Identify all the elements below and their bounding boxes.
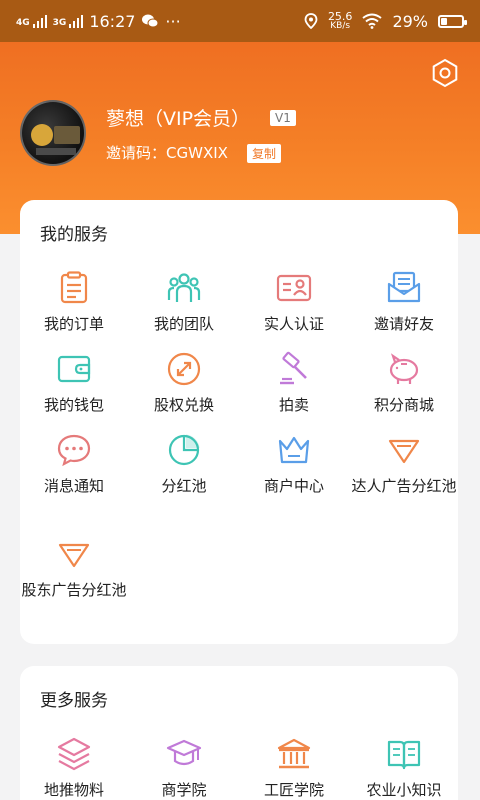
- service-my-wallet[interactable]: 我的钱包: [20, 351, 128, 417]
- battery-fill: [441, 17, 447, 25]
- wifi-icon: [362, 13, 383, 29]
- service-my-orders[interactable]: 我的订单: [20, 270, 128, 336]
- location-icon: [304, 13, 318, 29]
- battery-percent: 29%: [392, 11, 428, 31]
- service-label: 消息通知: [43, 477, 104, 495]
- vip-level-badge: V1: [270, 110, 296, 126]
- service-label: 商户中心: [263, 477, 324, 495]
- service-message-notification[interactable]: 消息通知: [20, 432, 128, 498]
- invite-code-value: CGWXIX: [166, 144, 228, 162]
- signal-3g-icon: 3G: [52, 14, 84, 28]
- network-type-4g: 4G: [16, 17, 30, 28]
- exchange-icon: [167, 352, 201, 386]
- network-speed: 25.6 KB/s: [327, 10, 353, 31]
- more-service-business-school[interactable]: 商学院: [130, 736, 238, 800]
- status-time: 16:27: [89, 11, 136, 31]
- service-dividend-pool[interactable]: 分红池: [130, 432, 238, 498]
- avatar-footer: [36, 148, 76, 155]
- service-merchant-center[interactable]: 商户中心: [240, 432, 348, 498]
- service-label: 达人广告分红池: [351, 477, 457, 495]
- service-real-name-auth[interactable]: 实人认证: [240, 270, 348, 336]
- more-service-label: 商学院: [161, 781, 207, 799]
- service-label: 我的钱包: [43, 396, 104, 414]
- avatar-emblem: [31, 124, 53, 146]
- piggy-bank-icon: [389, 353, 419, 384]
- service-label: 积分商城: [373, 396, 434, 414]
- more-service-craftsman-academy[interactable]: 工匠学院: [240, 736, 348, 800]
- more-service-promo-materials[interactable]: 地推物料: [20, 736, 128, 800]
- service-influencer-ad-dividend-pool[interactable]: 达人广告分红池: [350, 432, 458, 498]
- settings-icon[interactable]: [430, 58, 460, 88]
- more-service-label: 农业小知识: [366, 781, 442, 799]
- my-services-card: 我的服务 我的订单 我的团队 实人认证 邀请好友 我的钱包 股权兑换 拍卖 积分…: [20, 200, 458, 644]
- service-label: 邀请好友: [373, 315, 434, 333]
- team-icon: [167, 273, 201, 302]
- service-label: 我的团队: [153, 315, 214, 333]
- more-service-label: 工匠学院: [263, 781, 324, 799]
- avatar-plate: [54, 126, 80, 144]
- service-points-mall[interactable]: 积分商城: [350, 351, 458, 417]
- invite-code-label: 邀请码：: [106, 144, 167, 162]
- service-equity-exchange[interactable]: 股权兑换: [130, 351, 238, 417]
- service-invite-friends[interactable]: 邀请好友: [350, 270, 458, 336]
- institution-icon: [277, 738, 311, 769]
- invite-mail-icon: [387, 271, 421, 303]
- service-my-team[interactable]: 我的团队: [130, 270, 238, 336]
- more-services-title: 更多服务: [40, 691, 108, 711]
- service-label: 拍卖: [278, 396, 309, 414]
- pie-chart-icon: [168, 434, 200, 466]
- diamond-icon: [58, 543, 90, 568]
- service-label: 股东广告分红池: [21, 581, 127, 599]
- my-services-title: 我的服务: [40, 225, 108, 245]
- order-icon: [60, 271, 88, 304]
- service-auction[interactable]: 拍卖: [240, 351, 348, 417]
- graduation-cap-icon: [166, 739, 202, 766]
- wechat-icon: [142, 14, 159, 28]
- network-type-3g: 3G: [52, 17, 67, 28]
- invite-code-row: 邀请码：CGWXIX: [106, 142, 228, 163]
- user-name: 蓼想（VIP会员）: [106, 108, 251, 130]
- copy-invite-button[interactable]: 复制: [247, 144, 282, 163]
- more-services-card: 更多服务 地推物料 商学院 工匠学院 农业小知识: [20, 666, 458, 800]
- service-label: 实人认证: [263, 315, 324, 333]
- service-shareholder-ad-dividend-pool[interactable]: 股东广告分红池: [20, 536, 128, 602]
- diamond-icon: [388, 439, 420, 464]
- message-icon: [57, 434, 91, 467]
- more-notifications: ···: [165, 11, 181, 31]
- layers-icon: [57, 737, 91, 771]
- signal-4g-icon: 4G: [16, 14, 47, 28]
- battery-icon: [438, 14, 467, 28]
- auction-hammer-icon: [280, 351, 307, 385]
- service-label: 我的订单: [43, 315, 104, 333]
- wallet-icon: [57, 355, 91, 383]
- book-icon: [387, 740, 421, 770]
- status-bar: 4G 3G 16:27 ··· 25.6 KB/s 29%: [0, 0, 480, 42]
- more-service-label: 地推物料: [43, 781, 104, 799]
- more-service-agriculture-tips[interactable]: 农业小知识: [350, 736, 458, 800]
- service-label: 分红池: [161, 477, 207, 495]
- crown-icon: [278, 436, 310, 464]
- id-card-icon: [276, 274, 312, 302]
- service-label: 股权兑换: [153, 396, 214, 414]
- avatar[interactable]: [20, 100, 86, 166]
